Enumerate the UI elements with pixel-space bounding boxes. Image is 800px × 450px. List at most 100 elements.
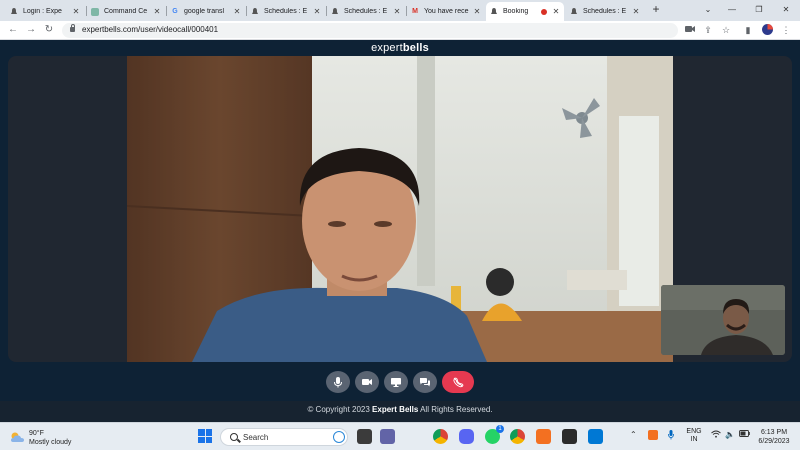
- tab-gmail[interactable]: M You have rece ✕: [407, 2, 485, 21]
- vscode-icon[interactable]: [588, 429, 603, 444]
- tab-schedules-3[interactable]: Schedules : E ✕: [566, 2, 644, 21]
- volume-icon[interactable]: 🔈: [725, 430, 735, 439]
- forward-arrow-icon[interactable]: →: [24, 23, 38, 37]
- expertbells-favicon-icon: [570, 7, 578, 16]
- expertbells-logo: expertbells: [0, 42, 800, 54]
- video-stage: [8, 56, 792, 362]
- tab-title: google transl: [184, 8, 225, 15]
- expertbells-favicon-icon: [490, 7, 498, 16]
- weather-condition: Mostly cloudy: [29, 439, 72, 446]
- address-bar[interactable]: expertbells.com/user/videocall/000401: [62, 23, 678, 38]
- tab-login-expertbells[interactable]: Login : Expe ✕: [6, 2, 84, 21]
- self-view-video[interactable]: [661, 285, 785, 355]
- browser-toolbar: ← → ↻ expertbells.com/user/videocall/000…: [0, 21, 800, 40]
- logo-bold-text: bells: [402, 42, 429, 54]
- side-panel-icon[interactable]: ▮: [742, 24, 754, 36]
- recording-indicator-icon: [541, 8, 547, 15]
- expertbells-favicon-icon: [251, 7, 259, 16]
- discord-icon[interactable]: [459, 429, 474, 444]
- expertbells-favicon-icon: [331, 7, 339, 16]
- tab-search-chevron-icon[interactable]: ⌄: [698, 2, 718, 18]
- task-view-icon[interactable]: [357, 429, 372, 444]
- tab-close-icon[interactable]: ✕: [473, 7, 481, 16]
- search-placeholder: Search: [243, 433, 269, 442]
- weather-temperature: 90°F: [29, 430, 44, 437]
- microphone-icon: [334, 377, 342, 388]
- chrome-icon[interactable]: [433, 429, 448, 444]
- new-tab-button[interactable]: +: [648, 2, 664, 18]
- windows-taskbar: 90°F Mostly cloudy Search 1 ⌃ ENG IN 🔈 6…: [0, 422, 800, 450]
- tab-google-translate[interactable]: G google transl ✕: [167, 2, 245, 21]
- close-window-button[interactable]: ✕: [776, 2, 796, 18]
- tab-close-icon[interactable]: ✕: [313, 7, 321, 16]
- tab-title: Schedules : E: [583, 8, 627, 15]
- system-clock[interactable]: 6:13 PM 6/29/2023: [752, 428, 796, 446]
- microphone-tray-icon[interactable]: [668, 430, 674, 442]
- monitor-icon: [391, 378, 401, 387]
- input-language-indicator[interactable]: ENG IN: [686, 428, 702, 444]
- clock-time: 6:13 PM: [760, 429, 788, 436]
- xampp-icon[interactable]: [536, 429, 551, 444]
- chrome-profile-icon[interactable]: [510, 429, 525, 444]
- wifi-icon[interactable]: [711, 430, 721, 440]
- url-text: expertbells.com/user/videocall/000401: [82, 25, 219, 34]
- footer-copyright: © Copyright 2023: [307, 405, 370, 414]
- tab-schedules-2[interactable]: Schedules : E ✕: [327, 2, 405, 21]
- taskbar-search[interactable]: Search: [220, 428, 348, 446]
- gmail-favicon-icon: M: [412, 7, 418, 15]
- windows-start-icon[interactable]: [198, 429, 212, 443]
- tab-close-icon[interactable]: ✕: [72, 7, 80, 16]
- bing-icon: [333, 431, 345, 443]
- tab-schedules-1[interactable]: Schedules : E ✕: [247, 2, 325, 21]
- screen-share-button[interactable]: [384, 371, 408, 393]
- minimize-button[interactable]: —: [722, 2, 742, 18]
- remote-video: [127, 56, 673, 362]
- globe-favicon-icon: [91, 7, 99, 16]
- bookmark-star-icon[interactable]: ☆: [720, 24, 732, 36]
- teams-chat-icon[interactable]: [380, 429, 395, 444]
- search-icon: [230, 433, 238, 441]
- video-camera-icon: [362, 379, 372, 385]
- share-icon[interactable]: ⇪: [702, 24, 714, 36]
- xampp-tray-icon[interactable]: [648, 430, 658, 440]
- battery-icon[interactable]: [739, 430, 750, 439]
- reload-icon[interactable]: ↻: [42, 23, 56, 37]
- profile-avatar[interactable]: [761, 24, 773, 36]
- tab-title: Booking: [503, 8, 529, 15]
- whatsapp-icon[interactable]: 1: [485, 425, 504, 444]
- tab-close-icon[interactable]: ✕: [552, 7, 560, 16]
- tab-title: Login : Expe: [23, 8, 62, 15]
- clock-date: 6/29/2023: [758, 438, 790, 445]
- tab-close-icon[interactable]: ✕: [153, 7, 161, 16]
- kebab-menu-icon[interactable]: ⋮: [780, 24, 792, 36]
- restore-button[interactable]: ❐: [749, 2, 769, 18]
- tab-title: Schedules : E: [264, 8, 308, 15]
- weather-widget[interactable]: 90°F Mostly cloudy: [10, 428, 100, 448]
- tab-title: Command Ce: [104, 8, 148, 15]
- camera-button[interactable]: [355, 371, 379, 393]
- show-hidden-icons-chevron-icon[interactable]: ⌃: [630, 430, 637, 439]
- tab-close-icon[interactable]: ✕: [233, 7, 241, 16]
- back-arrow-icon[interactable]: ←: [6, 23, 20, 37]
- terminal-icon[interactable]: [562, 429, 577, 444]
- tab-title: You have rece: [424, 8, 469, 15]
- camera-in-use-icon[interactable]: [684, 24, 696, 36]
- remote-video-frame: [127, 56, 673, 362]
- video-call-page: expertbells © Copyright 2023 Expert Bell…: [0, 40, 800, 422]
- region-code: IN: [690, 436, 698, 443]
- tab-close-icon[interactable]: ✕: [393, 7, 401, 16]
- microphone-button[interactable]: [326, 371, 350, 393]
- chat-button[interactable]: [413, 371, 437, 393]
- tab-close-icon[interactable]: ✕: [632, 7, 640, 16]
- logo-light-text: expert: [371, 42, 403, 54]
- self-view-frame: [661, 285, 785, 355]
- google-favicon-icon: G: [172, 7, 178, 15]
- browser-tab-strip: Login : Expe ✕ Command Ce ✕ G google tra…: [0, 0, 800, 21]
- end-call-button[interactable]: [442, 371, 474, 393]
- expertbells-favicon-icon: [10, 7, 18, 16]
- tab-booking[interactable]: Booking ✕: [486, 2, 564, 21]
- cloudy-weather-icon: [11, 432, 24, 442]
- page-footer: © Copyright 2023 Expert Bells All Rights…: [0, 401, 800, 422]
- tab-command-center[interactable]: Command Ce ✕: [87, 2, 165, 21]
- tab-title: Schedules : E: [344, 8, 388, 15]
